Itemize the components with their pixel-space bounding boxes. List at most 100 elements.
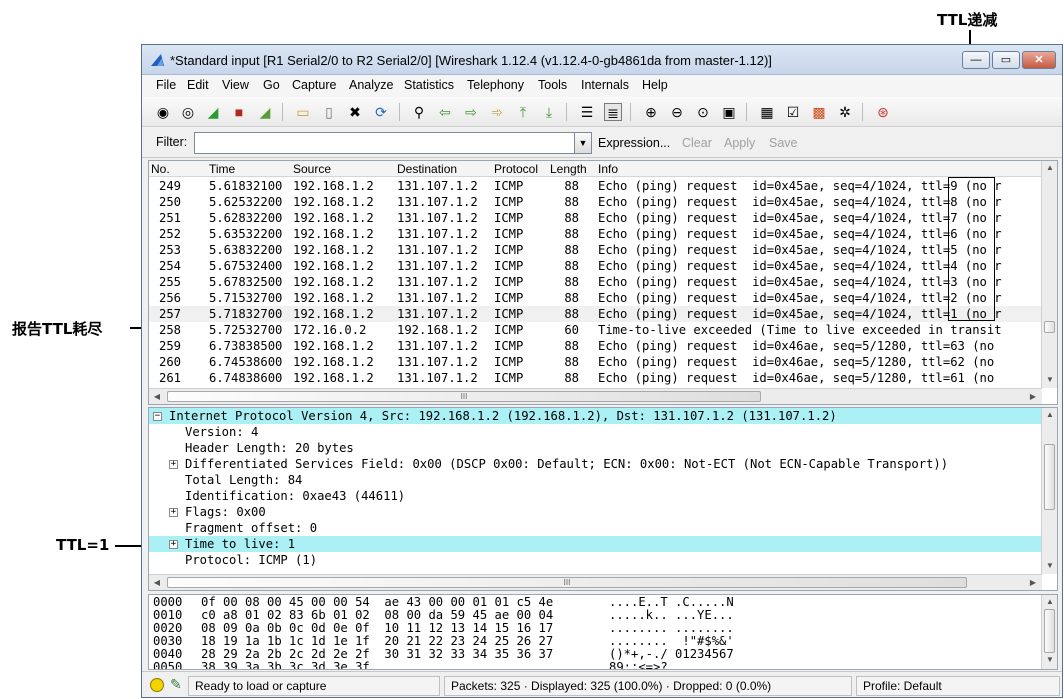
go-to-packet-icon[interactable]: ➾ (488, 103, 506, 121)
status-profile[interactable]: Profile: Default (856, 676, 1060, 696)
expand-icon[interactable]: + (169, 460, 178, 469)
expression-button[interactable]: Expression... (598, 136, 670, 150)
scroll-up-icon[interactable]: ▲ (1042, 597, 1057, 606)
reload-icon[interactable]: ⟳ (372, 103, 390, 121)
save-button[interactable]: Save (769, 136, 798, 150)
packet-row[interactable]: 253 5.63832200 192.168.1.2 131.107.1.2 ICMP 8… (149, 242, 1043, 258)
colorize-icon[interactable]: ☰ (578, 103, 596, 121)
packet-row[interactable]: 252 5.63532200 192.168.1.2 131.107.1.2 ICMP 8… (149, 226, 1043, 242)
packet-row[interactable]: 249 5.61832100 192.168.1.2 131.107.1.2 ICMP 8… (149, 178, 1043, 194)
scroll-thumb[interactable]: III (167, 577, 967, 588)
collapse-icon[interactable]: − (153, 412, 162, 421)
menu-tools[interactable]: Tools (538, 78, 567, 92)
packet-row[interactable]: 258 5.72532700 172.16.0.2 192.168.1.2 ICMP 60… (149, 322, 1043, 338)
scroll-left-icon[interactable]: ◀ (149, 578, 165, 587)
detail-row[interactable]: Version: 4 (149, 424, 1043, 440)
open-file-icon[interactable]: ▭ (294, 103, 312, 121)
scroll-right-icon[interactable]: ▶ (1025, 578, 1041, 587)
scroll-down-icon[interactable]: ▼ (1042, 375, 1057, 384)
filter-input[interactable] (194, 132, 578, 154)
detail-row[interactable]: + Flags: 0x00 (149, 504, 1043, 520)
menu-statistics[interactable]: Statistics (404, 78, 454, 92)
menu-view[interactable]: View (222, 78, 249, 92)
menu-file[interactable]: File (156, 78, 176, 92)
find-packet-icon[interactable]: ⚲ (410, 103, 428, 121)
expert-info-icon[interactable] (150, 678, 164, 692)
menu-edit[interactable]: Edit (187, 78, 209, 92)
packet-row[interactable]: 251 5.62832200 192.168.1.2 131.107.1.2 ICMP 8… (149, 210, 1043, 226)
packet-row[interactable]: 255 5.67832500 192.168.1.2 131.107.1.2 ICMP 8… (149, 274, 1043, 290)
coloring-rules-icon[interactable]: ▩ (810, 103, 828, 121)
expand-icon[interactable]: + (169, 508, 178, 517)
expand-icon[interactable]: + (169, 540, 178, 549)
save-file-icon[interactable]: ▯ (320, 103, 338, 121)
go-back-icon[interactable]: ⇦ (436, 103, 454, 121)
go-first-icon[interactable]: ⤒ (514, 103, 532, 121)
packet-list-vscroll[interactable]: ▲ ▼ (1041, 161, 1057, 388)
column-source[interactable]: Source (293, 162, 331, 176)
help-icon[interactable]: ⊛ (874, 103, 892, 121)
capture-filters-icon[interactable]: ▦ (758, 103, 776, 121)
scroll-down-icon[interactable]: ▼ (1042, 655, 1057, 664)
bytes-vscroll[interactable]: ▲ ▼ (1041, 595, 1057, 669)
stop-capture-icon[interactable]: ■ (230, 103, 248, 121)
packet-row[interactable]: 256 5.71532700 192.168.1.2 131.107.1.2 ICMP 8… (149, 290, 1043, 306)
maximize-button[interactable]: ▭ (992, 51, 1020, 69)
zoom-in-icon[interactable]: ⊕ (642, 103, 660, 121)
detail-row[interactable]: Protocol: ICMP (1) (149, 552, 1043, 568)
detail-row[interactable]: Header Length: 20 bytes (149, 440, 1043, 456)
detail-row[interactable]: Total Length: 84 (149, 472, 1043, 488)
hex-row[interactable]: 0050 38 39 3a 3b 3c 3d 3e 3f 89:;<=>? (149, 661, 1043, 670)
menu-internals[interactable]: Internals (581, 78, 629, 92)
go-forward-icon[interactable]: ⇨ (462, 103, 480, 121)
scroll-up-icon[interactable]: ▲ (1042, 410, 1057, 419)
filter-dropdown-icon[interactable]: ▼ (574, 132, 592, 154)
go-last-icon[interactable]: ⤓ (540, 103, 558, 121)
packet-row[interactable]: 250 5.62532200 192.168.1.2 131.107.1.2 ICMP 8… (149, 194, 1043, 210)
scroll-thumb[interactable]: III (167, 391, 761, 402)
details-hscroll[interactable]: ◀ III ▶ (149, 574, 1042, 590)
column-length[interactable]: Length (550, 162, 587, 176)
auto-scroll-icon[interactable]: ≣ (604, 103, 622, 121)
packet-row[interactable]: 259 6.73838500 192.168.1.2 131.107.1.2 ICMP 8… (149, 338, 1043, 354)
scroll-down-icon[interactable]: ▼ (1042, 561, 1057, 570)
menu-go[interactable]: Go (263, 78, 280, 92)
detail-row[interactable]: − Internet Protocol Version 4, Src: 192.1… (149, 408, 1043, 424)
scroll-left-icon[interactable]: ◀ (149, 392, 165, 401)
packet-row[interactable]: 260 6.74538600 192.168.1.2 131.107.1.2 ICMP 8… (149, 354, 1043, 370)
preferences-icon[interactable]: ✲ (836, 103, 854, 121)
column-protocol[interactable]: Protocol (494, 162, 538, 176)
display-filters-icon[interactable]: ☑ (784, 103, 802, 121)
normal-size-icon[interactable]: ⊙ (694, 103, 712, 121)
packet-row[interactable]: 254 5.67532400 192.168.1.2 131.107.1.2 ICMP 8… (149, 258, 1043, 274)
column-destination[interactable]: Destination (397, 162, 457, 176)
resize-columns-icon[interactable]: ▣ (720, 103, 738, 121)
clear-button[interactable]: Clear (682, 136, 712, 150)
column-time[interactable]: Time (209, 162, 235, 176)
packet-row[interactable]: 257 5.71832700 192.168.1.2 131.107.1.2 ICMP 8… (149, 306, 1043, 322)
menu-analyze[interactable]: Analyze (349, 78, 393, 92)
scroll-right-icon[interactable]: ▶ (1025, 392, 1041, 401)
interface-list-icon[interactable]: ◉ (154, 103, 172, 121)
capture-options-icon[interactable]: ◎ (179, 103, 197, 121)
scroll-thumb[interactable] (1044, 609, 1055, 653)
menu-telephony[interactable]: Telephony (467, 78, 524, 92)
apply-button[interactable]: Apply (724, 136, 755, 150)
zoom-out-icon[interactable]: ⊖ (668, 103, 686, 121)
menu-help[interactable]: Help (642, 78, 668, 92)
column-no[interactable]: No. (151, 162, 170, 176)
close-file-icon[interactable]: ✖ (346, 103, 364, 121)
detail-row[interactable]: Identification: 0xae43 (44611) (149, 488, 1043, 504)
scroll-thumb[interactable] (1044, 444, 1055, 510)
minimize-button[interactable]: — (962, 51, 990, 69)
restart-capture-icon[interactable]: ◢ (256, 103, 274, 121)
scroll-thumb[interactable] (1044, 321, 1055, 333)
menu-capture[interactable]: Capture (292, 78, 336, 92)
detail-row[interactable]: + Time to live: 1 (149, 536, 1043, 552)
close-button[interactable]: ✕ (1022, 51, 1056, 69)
detail-row[interactable]: Fragment offset: 0 (149, 520, 1043, 536)
packet-list-hscroll[interactable]: ◀ III ▶ (149, 388, 1042, 404)
packet-row[interactable]: 261 6.74838600 192.168.1.2 131.107.1.2 ICMP 8… (149, 370, 1043, 386)
scroll-up-icon[interactable]: ▲ (1042, 163, 1057, 172)
column-info[interactable]: Info (598, 162, 618, 176)
